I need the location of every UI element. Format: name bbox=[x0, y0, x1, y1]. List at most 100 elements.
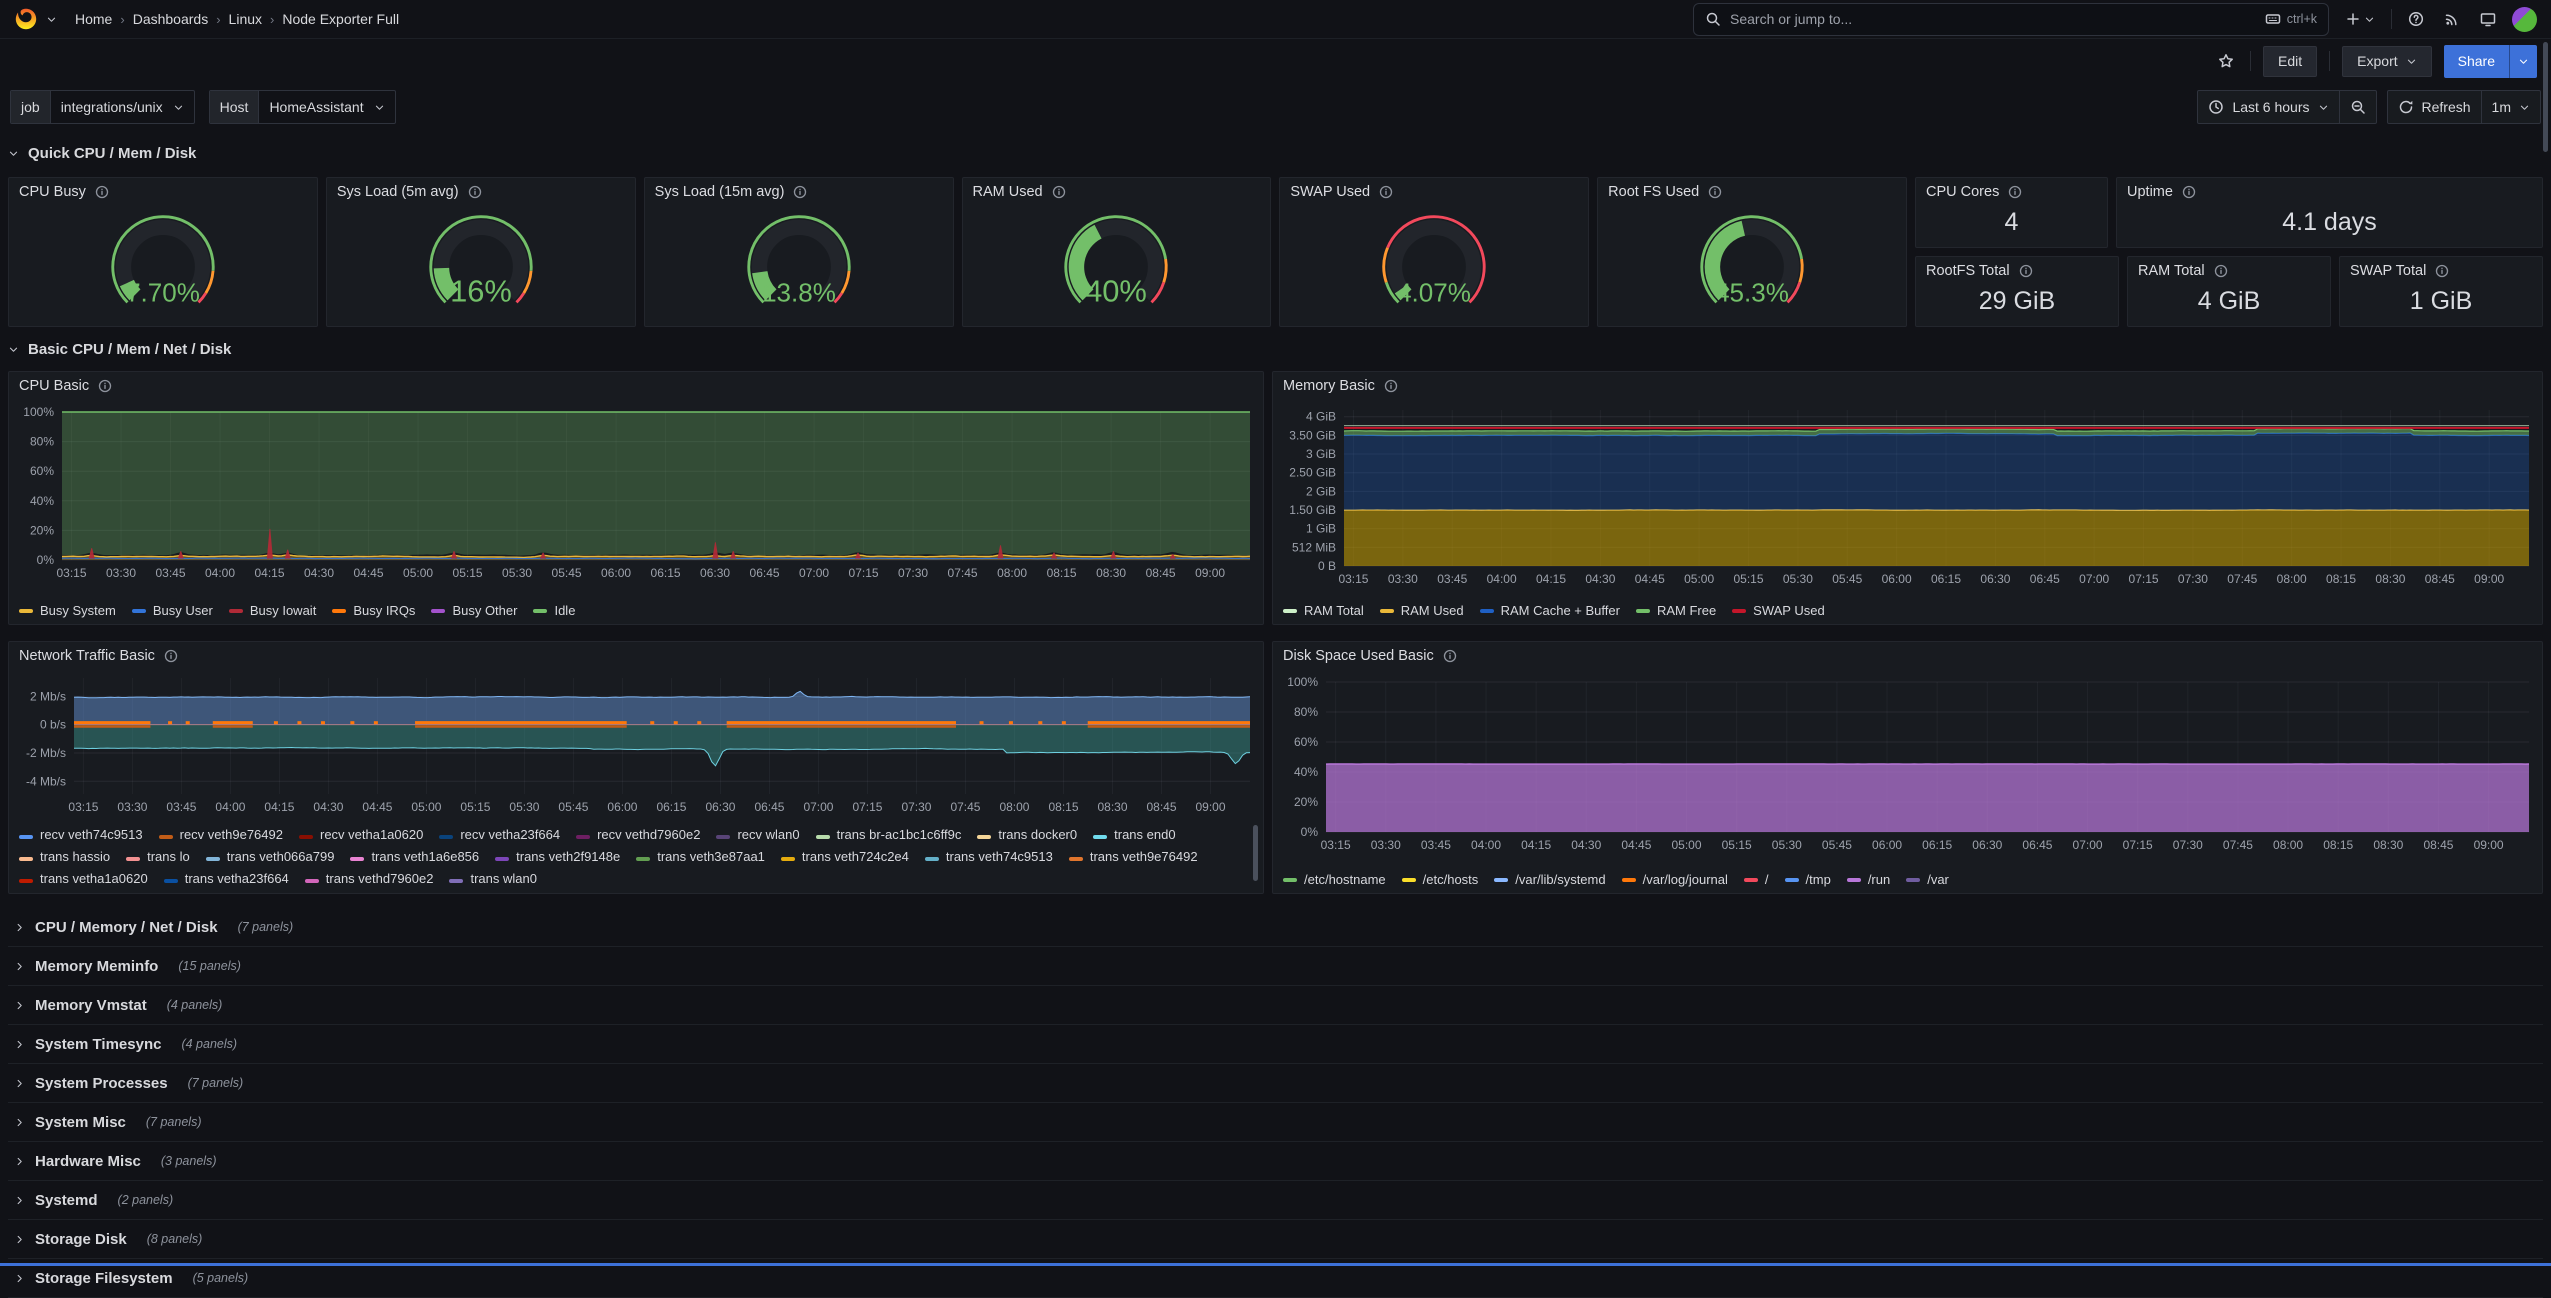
info-icon[interactable] bbox=[1443, 649, 1457, 663]
legend-item[interactable]: SWAP Used bbox=[1732, 603, 1825, 618]
favorite-button[interactable] bbox=[2214, 49, 2238, 73]
legend-item[interactable]: trans hassio bbox=[19, 849, 110, 864]
legend-item[interactable]: /var/lib/systemd bbox=[1494, 872, 1605, 887]
info-icon[interactable] bbox=[2214, 264, 2228, 278]
legend-item[interactable]: trans veth3e87aa1 bbox=[636, 849, 765, 864]
dashboard-row-memory-meminfo[interactable]: Memory Meminfo(15 panels) bbox=[8, 947, 2543, 986]
info-icon[interactable] bbox=[1052, 185, 1066, 199]
legend-item[interactable]: Busy IRQs bbox=[332, 603, 415, 618]
legend-item[interactable]: recv vethd7960e2 bbox=[576, 827, 700, 842]
dashboard-row-memory-vmstat[interactable]: Memory Vmstat(4 panels) bbox=[8, 986, 2543, 1025]
breadcrumb-item[interactable]: Home bbox=[75, 11, 112, 27]
variable-job-select[interactable]: integrations/unix bbox=[51, 91, 194, 123]
info-icon[interactable] bbox=[95, 185, 109, 199]
legend-item[interactable]: Busy User bbox=[132, 603, 213, 618]
info-icon[interactable] bbox=[2182, 185, 2196, 199]
chevron-right-icon bbox=[14, 922, 25, 933]
share-menu-button[interactable] bbox=[2509, 45, 2537, 78]
grafana-logo-icon[interactable] bbox=[14, 7, 38, 31]
legend-item[interactable]: trans veth9e76492 bbox=[1069, 849, 1198, 864]
breadcrumb-item[interactable]: Linux bbox=[229, 11, 262, 27]
info-icon[interactable] bbox=[1384, 379, 1398, 393]
legend-item[interactable]: trans veth1a6e856 bbox=[350, 849, 479, 864]
legend-item[interactable]: trans veth74c9513 bbox=[925, 849, 1053, 864]
svg-text:2 GiB: 2 GiB bbox=[1306, 484, 1336, 498]
legend-item[interactable]: RAM Cache + Buffer bbox=[1480, 603, 1620, 618]
legend-item[interactable]: trans vetha23f664 bbox=[164, 871, 289, 886]
legend-item[interactable]: trans vetha1a0620 bbox=[19, 871, 148, 886]
legend-item[interactable]: trans end0 bbox=[1093, 827, 1175, 842]
edit-button[interactable]: Edit bbox=[2263, 46, 2317, 77]
legend-item[interactable]: trans br-ac1bc1c6ff9c bbox=[816, 827, 962, 842]
legend-item[interactable]: trans lo bbox=[126, 849, 190, 864]
legend-item[interactable]: Busy Iowait bbox=[229, 603, 316, 618]
page-scrollbar[interactable] bbox=[2543, 42, 2548, 152]
org-menu-chevron-icon[interactable] bbox=[46, 14, 57, 25]
dashboard-row-system-processes[interactable]: System Processes(7 panels) bbox=[8, 1064, 2543, 1103]
legend-item[interactable]: recv vetha23f664 bbox=[439, 827, 560, 842]
zoom-out-button[interactable] bbox=[2340, 91, 2376, 123]
avatar[interactable] bbox=[2512, 7, 2537, 32]
legend-item[interactable]: Busy System bbox=[19, 603, 116, 618]
legend-scrollbar[interactable] bbox=[1253, 825, 1258, 881]
legend-item[interactable]: recv wlan0 bbox=[716, 827, 799, 842]
legend-item[interactable]: trans wlan0 bbox=[449, 871, 536, 886]
info-icon[interactable] bbox=[2008, 185, 2022, 199]
legend-item[interactable]: RAM Free bbox=[1636, 603, 1716, 618]
refresh-button[interactable]: Refresh bbox=[2388, 91, 2481, 123]
legend-item[interactable]: /etc/hosts bbox=[1402, 872, 1479, 887]
legend-item[interactable]: /tmp bbox=[1785, 872, 1831, 887]
chevron-down-icon bbox=[2364, 14, 2375, 25]
legend-item[interactable]: /var bbox=[1906, 872, 1949, 887]
variable-host-select[interactable]: HomeAssistant bbox=[259, 91, 394, 123]
legend-item[interactable]: trans veth2f9148e bbox=[495, 849, 620, 864]
legend-item[interactable]: / bbox=[1744, 872, 1769, 887]
legend-item[interactable]: recv veth9e76492 bbox=[159, 827, 283, 842]
help-button[interactable] bbox=[2404, 7, 2428, 31]
row-basic-cpu-mem-net-disk[interactable]: Basic CPU / Mem / Net / Disk bbox=[8, 335, 2543, 363]
dashboard-row-system-misc[interactable]: System Misc(7 panels) bbox=[8, 1103, 2543, 1142]
info-icon[interactable] bbox=[164, 649, 178, 663]
legend-item[interactable]: RAM Used bbox=[1380, 603, 1464, 618]
legend-item[interactable]: /run bbox=[1847, 872, 1890, 887]
info-icon[interactable] bbox=[2435, 264, 2449, 278]
export-button[interactable]: Export bbox=[2342, 46, 2431, 77]
legend-item[interactable]: recv veth74c9513 bbox=[19, 827, 143, 842]
svg-text:03:45: 03:45 bbox=[155, 566, 185, 580]
breadcrumb-item[interactable]: Dashboards bbox=[133, 11, 209, 27]
display-button[interactable] bbox=[2476, 7, 2500, 31]
legend-item[interactable]: trans veth724c2e4 bbox=[781, 849, 909, 864]
svg-text:07:45: 07:45 bbox=[2223, 838, 2253, 852]
time-range-button[interactable]: Last 6 hours bbox=[2198, 91, 2338, 123]
info-icon[interactable] bbox=[1379, 185, 1393, 199]
info-icon[interactable] bbox=[468, 185, 482, 199]
info-icon[interactable] bbox=[793, 185, 807, 199]
legend-item[interactable]: Busy Other bbox=[431, 603, 517, 618]
news-button[interactable] bbox=[2440, 7, 2464, 31]
network-basic-plot: 03:1503:3003:4504:0004:1504:3004:4505:00… bbox=[9, 666, 1263, 816]
legend-item[interactable]: trans vethd7960e2 bbox=[305, 871, 434, 886]
svg-text:05:45: 05:45 bbox=[1832, 572, 1862, 586]
refresh-interval-button[interactable]: 1m bbox=[2482, 91, 2540, 123]
legend-swatch bbox=[19, 879, 33, 883]
info-icon[interactable] bbox=[2019, 264, 2033, 278]
legend-item[interactable]: trans docker0 bbox=[977, 827, 1077, 842]
dashboard-row-hardware-misc[interactable]: Hardware Misc(3 panels) bbox=[8, 1142, 2543, 1181]
network-basic-chart: 03:1503:3003:4504:0004:1504:3004:4505:00… bbox=[10, 666, 1264, 816]
legend-item[interactable]: trans veth066a799 bbox=[206, 849, 335, 864]
legend-item[interactable]: /var/log/journal bbox=[1622, 872, 1728, 887]
legend-item[interactable]: recv vetha1a0620 bbox=[299, 827, 423, 842]
legend-item[interactable]: /etc/hostname bbox=[1283, 872, 1386, 887]
legend-item[interactable]: RAM Total bbox=[1283, 603, 1364, 618]
add-button[interactable] bbox=[2341, 7, 2379, 31]
row-quick-cpu-mem-disk[interactable]: Quick CPU / Mem / Disk bbox=[8, 139, 2543, 167]
info-icon[interactable] bbox=[98, 379, 112, 393]
share-button[interactable]: Share bbox=[2444, 45, 2509, 78]
info-icon[interactable] bbox=[1708, 185, 1722, 199]
dashboard-row-cpu-memory-net-disk[interactable]: CPU / Memory / Net / Disk(7 panels) bbox=[8, 908, 2543, 947]
legend-item[interactable]: Idle bbox=[533, 603, 575, 618]
dashboard-row-systemd[interactable]: Systemd(2 panels) bbox=[8, 1181, 2543, 1220]
dashboard-row-system-timesync[interactable]: System Timesync(4 panels) bbox=[8, 1025, 2543, 1064]
search-input[interactable]: Search or jump to... ctrl+k bbox=[1693, 3, 2329, 36]
dashboard-row-storage-disk[interactable]: Storage Disk(8 panels) bbox=[8, 1220, 2543, 1259]
